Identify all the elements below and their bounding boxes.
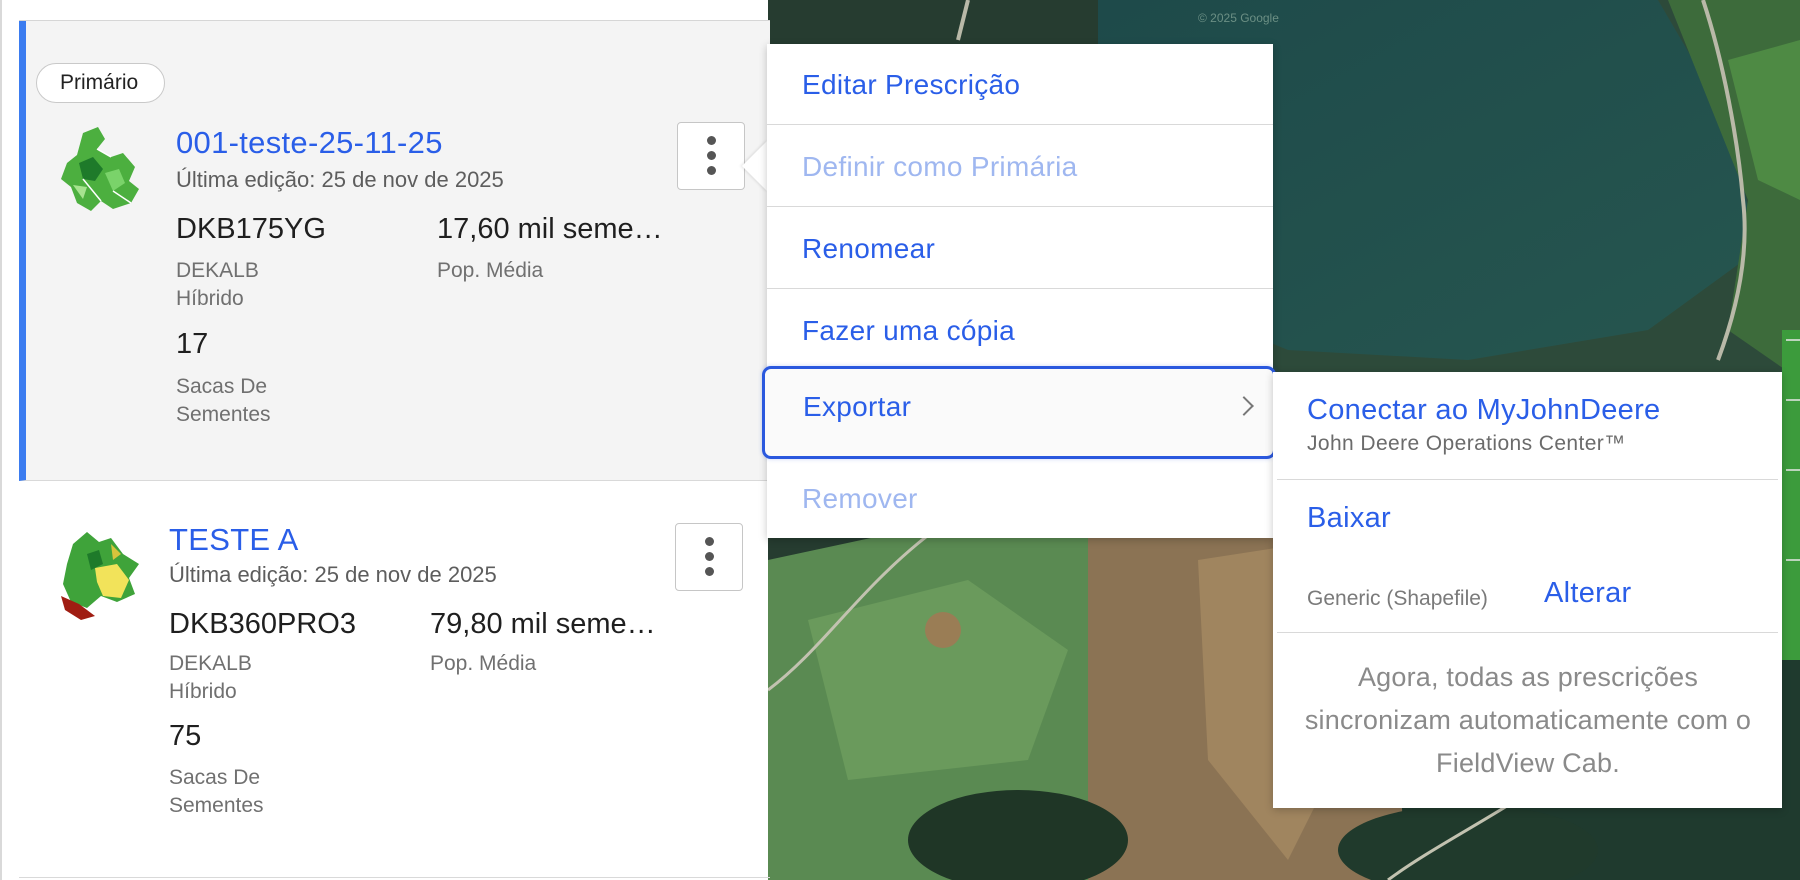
prescription-list-panel: Primário 001-teste-25-11-25 Última ediçã… <box>0 0 770 880</box>
population-label: Pop. Média <box>437 259 544 282</box>
more-options-button[interactable] <box>677 122 745 190</box>
bags-value: 75 <box>169 720 202 752</box>
hybrid-name: DKB360PRO3 <box>169 608 356 640</box>
menu-item-set-primary[interactable]: Definir como Primária <box>767 126 1273 207</box>
prescription-title-link[interactable]: 001-teste-25-11-25 <box>176 125 443 161</box>
context-menu: Editar Prescrição Definir como Primária … <box>762 44 1276 539</box>
menu-item-edit-prescription[interactable]: Editar Prescrição <box>767 44 1273 125</box>
menu-pointer <box>742 140 768 192</box>
chevron-right-icon <box>1234 396 1254 416</box>
brand-label: DEKALB <box>169 652 252 675</box>
last-edited-text: Última edição: 25 de nov de 2025 <box>176 167 504 192</box>
primary-badge: Primário <box>36 63 166 103</box>
download-button[interactable]: Baixar <box>1307 502 1391 535</box>
more-options-button[interactable] <box>675 523 743 591</box>
brand-label: DEKALB <box>176 259 259 282</box>
last-edited-text: Última edição: 25 de nov de 2025 <box>169 562 497 587</box>
menu-item-rename[interactable]: Renomear <box>767 208 1273 289</box>
divider <box>1277 632 1778 633</box>
bags-value: 17 <box>176 328 209 360</box>
connect-myjohndeere-link[interactable]: Conectar ao MyJohnDeere <box>1307 394 1660 427</box>
field-thumbnail <box>61 532 139 620</box>
connect-description: John Deere Operations Center™ <box>1307 432 1626 455</box>
population-label: Pop. Média <box>430 652 537 675</box>
population-value: 17,60 mil seme… <box>437 213 663 245</box>
bags-label: Sacas De <box>176 375 268 398</box>
menu-item-remove[interactable]: Remover <box>767 458 1273 539</box>
bags-label-2: Sementes <box>169 794 264 817</box>
map-copyright: © 2025 Google <box>1198 11 1279 25</box>
field-thumbnail <box>61 127 139 211</box>
bags-label: Sacas De <box>169 766 261 789</box>
export-submenu: Conectar ao MyJohnDeere John Deere Opera… <box>1273 372 1782 808</box>
export-format-label: Generic (Shapefile) <box>1307 587 1488 610</box>
divider <box>1277 479 1778 480</box>
change-format-link[interactable]: Alterar <box>1544 577 1632 610</box>
prescription-card[interactable]: TESTE A Última edição: 25 de nov de 2025… <box>19 482 770 878</box>
menu-item-export[interactable]: Exportar <box>762 366 1276 459</box>
bags-label-2: Sementes <box>176 403 271 426</box>
prescription-card-selected[interactable]: Primário 001-teste-25-11-25 Última ediçã… <box>19 21 770 481</box>
hybrid-type-label: Híbrido <box>169 680 237 703</box>
hybrid-type-label: Híbrido <box>176 287 244 310</box>
hybrid-name: DKB175YG <box>176 213 326 245</box>
prescription-title-link[interactable]: TESTE A <box>169 522 299 558</box>
menu-item-copy[interactable]: Fazer uma cópia <box>767 290 1273 371</box>
population-value: 79,80 mil seme… <box>430 608 656 640</box>
sync-info-text: Agora, todas as prescrições sincronizam … <box>1304 662 1752 778</box>
menu-item-export-label: Exportar <box>803 391 912 422</box>
